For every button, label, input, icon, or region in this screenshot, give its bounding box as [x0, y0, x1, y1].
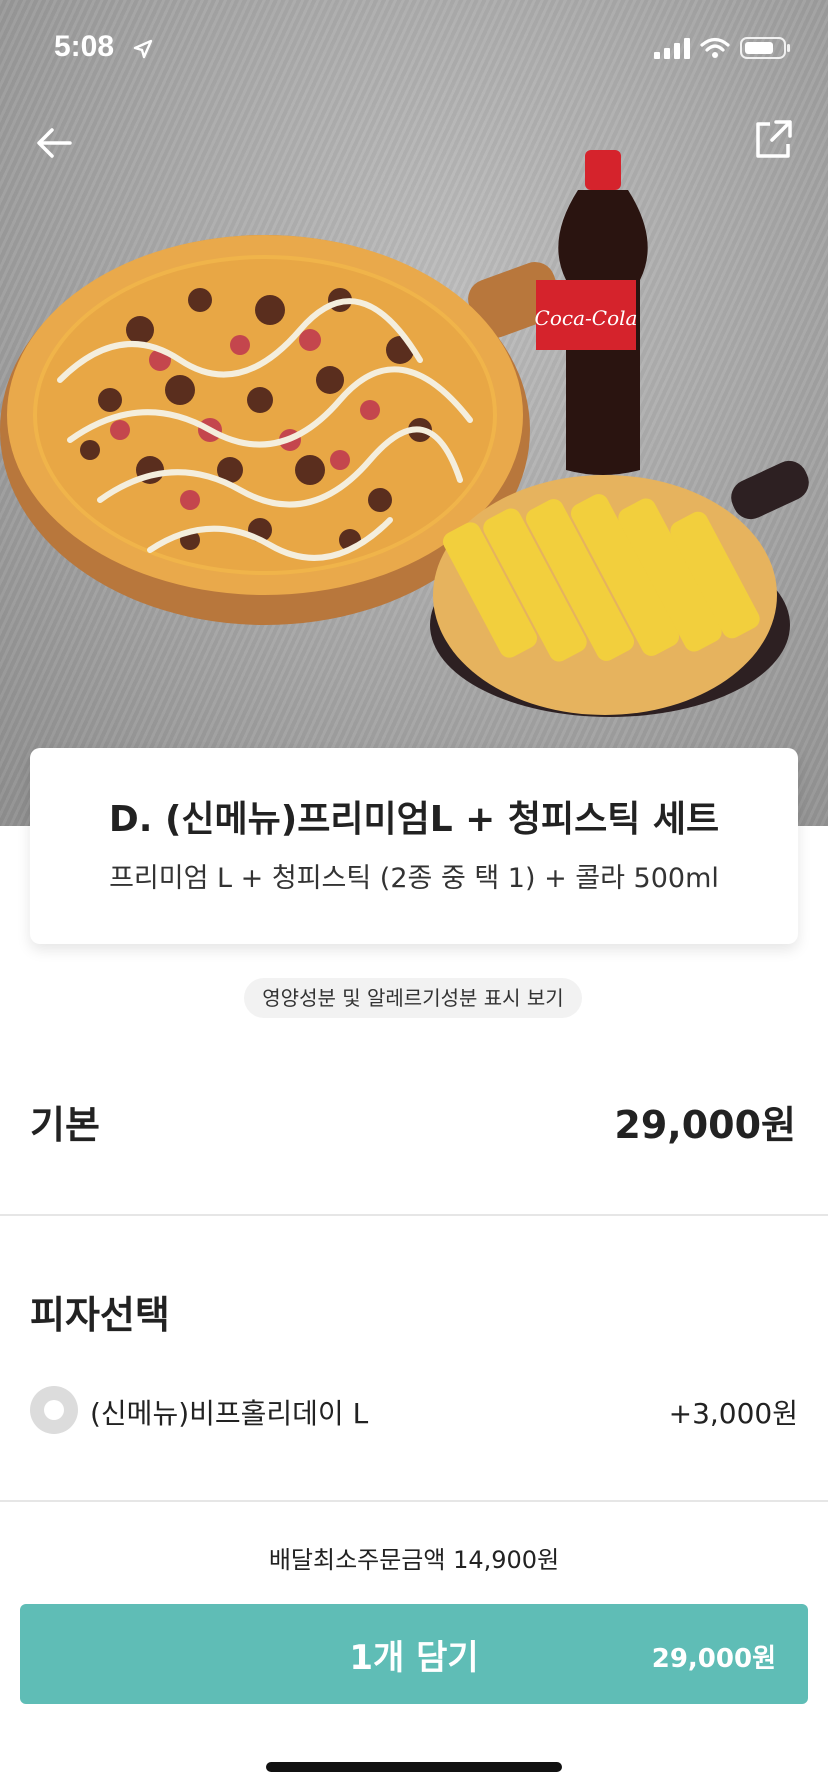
signal-icon [654, 38, 690, 59]
product-info-card: D. (신메뉴)프리미엄L + 청피스틱 세트 프리미엄 L + 청피스틱 (2… [30, 748, 798, 944]
location-arrow-icon [133, 39, 153, 59]
option-radio[interactable] [30, 1386, 78, 1434]
basic-label: 기본 [30, 1103, 100, 1147]
home-indicator [266, 1762, 562, 1772]
back-arrow-icon [37, 128, 72, 158]
share-icon [756, 120, 792, 158]
option-label: (신메뉴)비프홀리데이 L [90, 1397, 369, 1430]
option-price: +3,000원 [668, 1397, 798, 1430]
status-time: 5:08 [54, 30, 115, 63]
battery-icon [740, 37, 790, 59]
divider [0, 1214, 828, 1216]
min-order-amount: 배달최소주문금액 14,900원 [268, 1546, 560, 1574]
product-title: D. (신메뉴)프리미엄L + 청피스틱 세트 [108, 799, 720, 840]
product-photo: Coca-Cola [0, 150, 809, 717]
divider [0, 1500, 828, 1502]
product-image: Coca-Cola [0, 0, 828, 826]
pizza-option-row[interactable]: (신메뉴)비프홀리데이 L +3,000원 [30, 1386, 798, 1436]
back-button[interactable] [30, 118, 80, 168]
share-button[interactable] [748, 114, 798, 164]
status-bar: 5:08 [0, 0, 828, 96]
wifi-icon [700, 37, 730, 58]
product-description: 프리미엄 L + 청피스틱 (2종 중 택 1) + 콜라 500ml [109, 863, 719, 894]
nutrition-allergy-link[interactable]: 영양성분 및 알레르기성분 표시 보기 [244, 978, 582, 1018]
basic-price-row: 기본 29,000원 [0, 1070, 828, 1168]
cart-button-price: 29,000원 [651, 1644, 776, 1674]
basic-price: 29,000원 [614, 1103, 796, 1147]
pizza-selection-heading: 피자선택 [30, 1293, 170, 1337]
bottle-label: Coca-Cola [535, 306, 638, 330]
add-to-cart-button[interactable]: 1개 담기 29,000원 [20, 1604, 808, 1704]
